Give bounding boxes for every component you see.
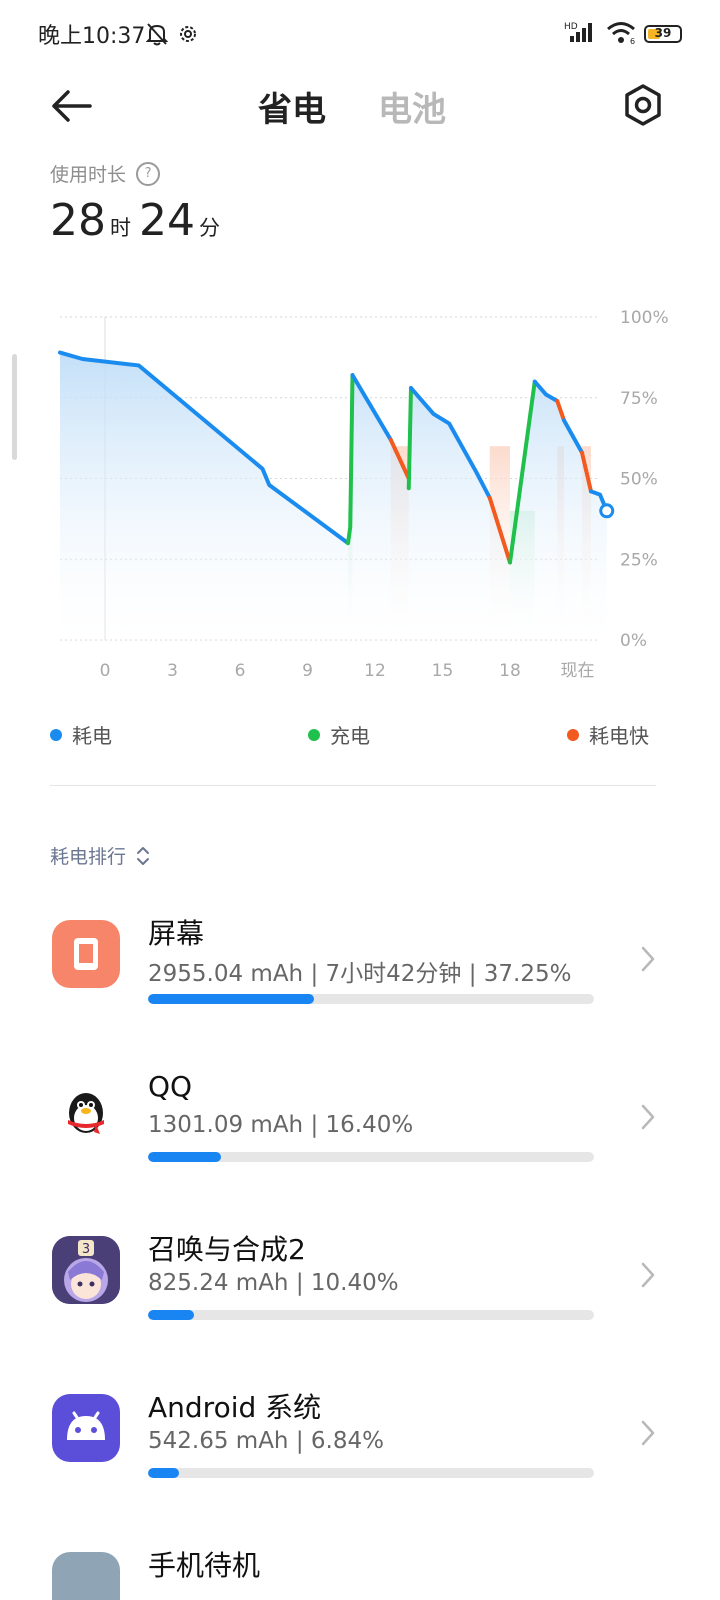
settings-button[interactable] <box>620 82 666 128</box>
app-name: QQ <box>148 1070 193 1103</box>
usage-minutes-unit: 分 <box>199 216 220 240</box>
sort-toggle-icon <box>137 846 150 865</box>
x-tick-label: 9 <box>302 661 313 681</box>
usage-duration-label: 使用时长 ? <box>50 160 161 187</box>
app-row-qq[interactable]: QQ 1301.09 mAh | 16.40% <box>0 1058 720 1208</box>
legend-fast-drain: 耗电快 <box>567 720 649 749</box>
legend-drain: 耗电 <box>50 720 112 749</box>
chevron-right-icon <box>641 1104 655 1130</box>
chevron-right-icon <box>641 946 655 972</box>
app-row-phone-standby[interactable]: 手机待机 <box>0 1532 720 1600</box>
now-point-marker <box>599 503 615 519</box>
app-name: Android 系统 <box>148 1391 322 1424</box>
usage-bar-fill <box>148 1152 222 1162</box>
x-tick-label: 15 <box>432 661 454 681</box>
usage-bar <box>148 1468 594 1478</box>
android-icon <box>52 1394 120 1462</box>
app-stats: 2955.04 mAh | 7小时42分钟 | 37.25% <box>148 961 572 987</box>
wifi-icon: 6 <box>606 20 636 48</box>
app-name: 召唤与合成2 <box>148 1233 306 1266</box>
x-tick-label: 18 <box>499 661 521 681</box>
chevron-right-icon <box>641 1420 655 1446</box>
screen-icon <box>52 920 120 988</box>
x-tick-label: 6 <box>235 661 246 681</box>
chevron-right-icon <box>641 1262 655 1288</box>
legend-charge-dot <box>308 728 320 741</box>
svg-text:3: 3 <box>82 1242 90 1257</box>
usage-bar <box>148 994 594 1004</box>
app-row-screen[interactable]: 屏幕 2955.04 mAh | 7小时42分钟 | 37.25% <box>0 900 720 1050</box>
usage-label-text: 使用时长 <box>50 164 127 186</box>
legend-fast-drain-label: 耗电快 <box>589 724 649 748</box>
y-tick-label: 50% <box>620 470 658 490</box>
y-tick-label: 25% <box>620 550 658 570</box>
battery-level: 39 <box>654 26 672 40</box>
series-line-charge <box>406 386 413 491</box>
area-fill <box>60 352 607 640</box>
legend-charge-label: 充电 <box>330 724 370 748</box>
series-line-charge <box>346 373 355 546</box>
y-tick-label: 100% <box>620 308 669 328</box>
ranking-sort-button[interactable]: 耗电排行 <box>50 842 150 869</box>
app-stats: 1301.09 mAh | 16.40% <box>148 1112 414 1138</box>
gear-icon <box>178 24 198 44</box>
usage-bar-fill <box>148 1310 195 1320</box>
svg-text:HD: HD <box>564 22 578 32</box>
x-tick-label: 3 <box>167 661 178 681</box>
phone-standby-icon <box>52 1552 120 1600</box>
svg-text:6: 6 <box>630 37 635 44</box>
app-row-android-system[interactable]: Android 系统 542.65 mAh | 6.84% <box>0 1374 720 1524</box>
legend-drain-dot <box>50 728 62 741</box>
qq-penguin-icon <box>52 1078 120 1146</box>
legend-drain-label: 耗电 <box>72 724 112 748</box>
tab-power-saving[interactable]: 省电 <box>258 82 326 131</box>
status-icons: HD 6 39 <box>564 20 682 48</box>
back-button[interactable] <box>46 84 98 128</box>
app-stats: 825.24 mAh | 10.40% <box>148 1270 399 1296</box>
y-tick-label: 75% <box>620 389 658 409</box>
app-name: 屏幕 <box>148 917 205 950</box>
ranking-title: 耗电排行 <box>50 846 127 868</box>
legend-charge: 充电 <box>308 720 370 749</box>
battery-level-chart: 100% 75% 50% 25% 0% 0 3 6 9 12 15 18 现在 <box>58 308 669 681</box>
y-tick-label: 0% <box>620 631 647 651</box>
usage-bar <box>148 1152 594 1162</box>
x-tick-label: 现在 <box>561 661 595 681</box>
app-stats: 542.65 mAh | 6.84% <box>148 1428 384 1454</box>
hd-signal-icon: HD <box>564 20 598 48</box>
usage-duration-value: 28 时 24 分 <box>50 195 228 246</box>
divider <box>50 785 656 786</box>
app-name: 手机待机 <box>148 1549 261 1582</box>
usage-hours: 28 <box>50 195 106 246</box>
tab-battery[interactable]: 电池 <box>378 82 446 131</box>
usage-bar-fill <box>148 994 315 1004</box>
status-time: 晚上10:37 <box>38 24 146 49</box>
usage-hours-unit: 时 <box>110 216 131 240</box>
game-character-icon: 3 <box>52 1236 120 1304</box>
x-tick-label: 12 <box>364 661 386 681</box>
app-row-summon-merge[interactable]: 3 召唤与合成2 825.24 mAh | 10.40% <box>0 1216 720 1366</box>
back-arrow-icon <box>52 90 92 122</box>
battery-icon: 39 <box>644 25 682 43</box>
x-tick-label: 0 <box>100 661 111 681</box>
help-icon[interactable]: ? <box>136 161 161 186</box>
legend-fast-drain-dot <box>567 728 579 741</box>
settings-hex-icon <box>625 84 661 126</box>
usage-bar <box>148 1310 594 1320</box>
bell-off-icon <box>145 22 169 46</box>
usage-bar-fill <box>148 1468 179 1478</box>
usage-minutes: 24 <box>139 195 195 246</box>
